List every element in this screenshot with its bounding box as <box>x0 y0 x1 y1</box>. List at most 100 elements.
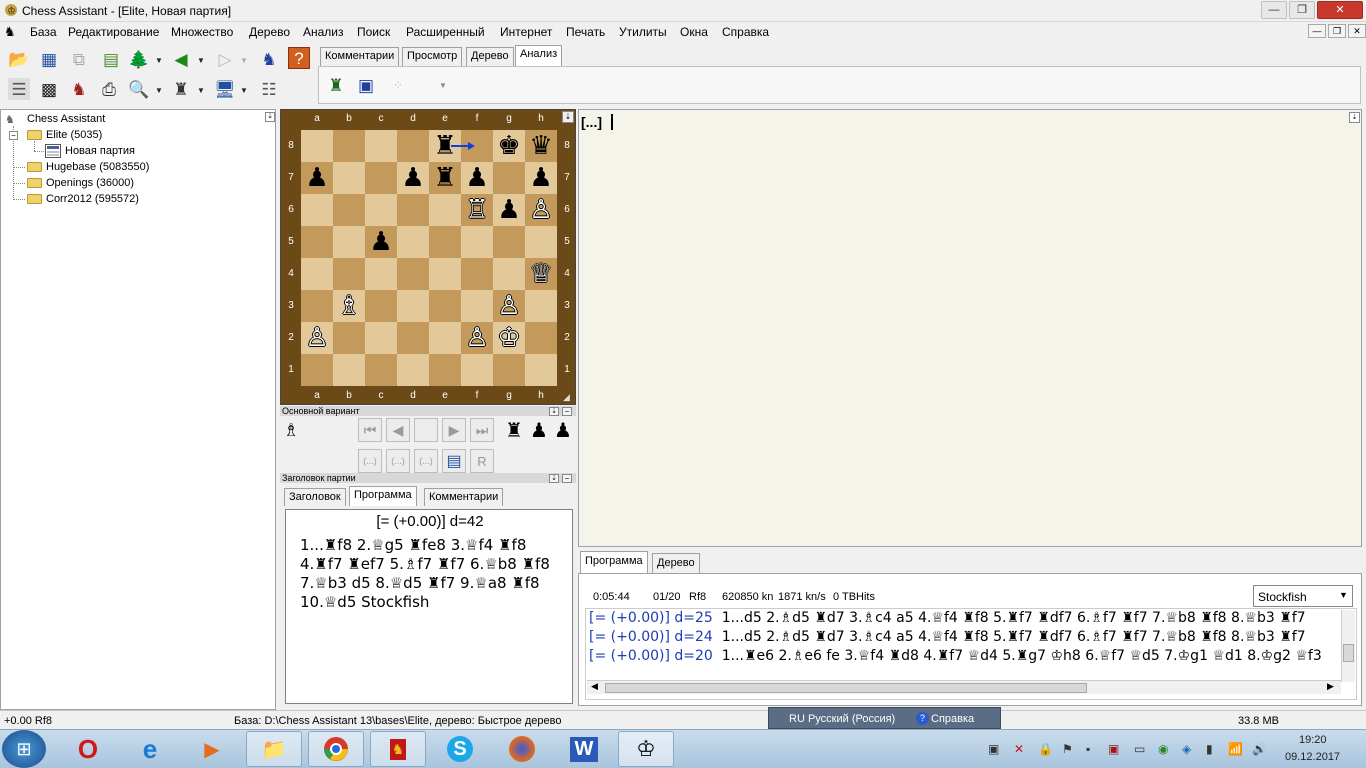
tray-icon[interactable]: ✕ <box>1014 742 1024 756</box>
menu-internet[interactable]: Интернет <box>500 25 552 39</box>
menu-help[interactable]: Справка <box>722 25 769 39</box>
help-icon[interactable]: ? <box>288 47 310 69</box>
engine-line[interactable]: [= (+0.00)] d=24 1...d5 2.♗d5 ♜d7 3.♗c4 … <box>589 629 1341 645</box>
trophy-dropdown-icon[interactable]: ▼ <box>197 86 205 95</box>
language-bar[interactable]: RU Русский (Россия) ? Справка <box>768 707 1001 729</box>
clock-date[interactable]: 09.12.2017 <box>1285 751 1340 763</box>
scroll-thumb[interactable] <box>605 683 1087 693</box>
scroll-left-icon[interactable]: ◀ <box>591 681 598 692</box>
stop-button[interactable] <box>414 418 438 442</box>
help-label[interactable]: Справка <box>931 713 974 725</box>
language-indicator[interactable]: RU Русский (Россия) <box>789 713 895 725</box>
back-dropdown-icon[interactable]: ▼ <box>197 56 205 65</box>
pin-icon[interactable]: ⇣ <box>265 112 275 122</box>
notation-pane[interactable]: [...] ⇣ <box>578 109 1362 547</box>
print-icon[interactable]: ⎙ <box>98 78 120 100</box>
board-icon[interactable]: ▩ <box>38 78 60 100</box>
opera-icon[interactable]: O <box>60 731 116 767</box>
pin-icon[interactable]: ⇣ <box>549 407 559 416</box>
horizontal-scrollbar[interactable]: ◀ ▶ <box>587 680 1341 694</box>
tray-icon[interactable]: ▣ <box>988 742 999 756</box>
close-button[interactable]: ✕ <box>1317 1 1363 19</box>
monitor-dropdown-icon[interactable]: ▼ <box>240 86 248 95</box>
variation-button[interactable]: (...) <box>414 449 438 473</box>
mdi-close-button[interactable]: ✕ <box>1348 24 1366 38</box>
menu-set[interactable]: Множество <box>171 25 233 39</box>
pin-icon[interactable]: ⇣ <box>1349 112 1360 123</box>
menu-advanced[interactable]: Расширенный <box>406 25 485 39</box>
next-move-button[interactable]: ▶ <box>442 418 466 442</box>
prev-move-button[interactable]: ◀ <box>386 418 410 442</box>
game-list-icon[interactable]: ▦ <box>38 48 60 70</box>
last-move-button[interactable]: ⏭ <box>470 418 494 442</box>
engine-start-icon[interactable]: ♜ <box>325 74 347 96</box>
collapse-icon[interactable]: − <box>9 131 18 140</box>
forward-arrow-icon[interactable]: ▷ <box>214 48 236 70</box>
back-arrow-icon[interactable]: ◀ <box>170 48 192 70</box>
open-folder-icon[interactable]: 📂 <box>8 48 30 70</box>
word-icon[interactable]: W <box>556 731 612 767</box>
notation-icon[interactable]: ▤ <box>100 48 122 70</box>
volume-icon[interactable]: 🔊 <box>1252 742 1267 756</box>
chess-board[interactable]: ♜ ♚ ♛ ♟ ♟ ♜ ♟ ♟ ♖ ♟ ♙ ♟ ♕ ♗ ♙ ♙ ♙ ♔ ⇣ ◢ aabbccddeeffgghh8… <box>280 109 576 405</box>
tab-view[interactable]: Просмотр <box>402 47 463 66</box>
tree-item-corr2012[interactable]: Corr2012 (595572) <box>46 193 139 205</box>
tab-tree[interactable]: Дерево <box>466 47 514 66</box>
tray-icon[interactable]: ◉ <box>1158 742 1168 756</box>
chrome-icon[interactable] <box>308 731 364 767</box>
forward-dropdown-icon[interactable]: ▼ <box>240 56 248 65</box>
menu-tree[interactable]: Дерево <box>249 25 290 39</box>
search-icon[interactable]: 🔍 <box>128 78 150 100</box>
variation-button[interactable]: (...) <box>386 449 410 473</box>
tray-icon[interactable]: ▣ <box>1108 742 1119 756</box>
menu-search[interactable]: Поиск <box>357 25 390 39</box>
flag-icon[interactable]: ⚑ <box>1062 742 1073 756</box>
tree-icon[interactable]: 🌲 <box>128 48 150 70</box>
tree-list-icon[interactable]: ☷ <box>258 78 280 100</box>
tree-dropdown-icon[interactable]: ▼ <box>155 56 163 65</box>
tray-icon[interactable]: ◈ <box>1182 742 1191 756</box>
engine-line[interactable]: [= (+0.00)] d=20 1...♜e6 2.♗e6 fe 3.♕f4 … <box>589 648 1341 664</box>
tab-comments[interactable]: Комментарии <box>320 47 400 66</box>
tab-game-comments[interactable]: Комментарии <box>424 488 504 506</box>
minimize-pane-icon[interactable]: − <box>562 474 572 483</box>
engine-select[interactable]: Stockfish ▼ <box>1253 585 1353 607</box>
resize-grip-icon[interactable]: ◢ <box>563 392 575 404</box>
replay-icon[interactable]: R <box>470 449 494 473</box>
mdi-icon[interactable]: ♞ <box>4 24 16 40</box>
engine-monitor-icon[interactable]: ▣ <box>355 74 377 96</box>
list-view-icon[interactable]: ☰ <box>8 78 30 100</box>
tab-analysis[interactable]: Анализ <box>515 45 563 66</box>
ie-icon[interactable]: e <box>122 731 178 767</box>
engine-line[interactable]: [= (+0.00)] d=25 1...d5 2.♗d5 ♜d7 3.♗c4 … <box>589 610 1341 626</box>
maximize-button[interactable]: ❐ <box>1289 1 1315 19</box>
menu-print[interactable]: Печать <box>566 25 605 39</box>
menu-utilities[interactable]: Утилиты <box>619 25 667 39</box>
tree-root[interactable]: Chess Assistant <box>27 113 105 125</box>
pin-icon[interactable]: ⇣ <box>549 474 559 483</box>
explorer-icon[interactable]: 📁 <box>246 731 302 767</box>
media-player-icon[interactable]: ▶ <box>184 731 240 767</box>
firefox-icon[interactable] <box>494 731 550 767</box>
tray-icon[interactable]: ▭ <box>1134 742 1145 756</box>
menu-baza[interactable]: База <box>30 25 57 39</box>
chess-assistant-taskbar-icon[interactable]: ♔ <box>618 731 674 767</box>
menu-windows[interactable]: Окна <box>680 25 708 39</box>
board-menu-icon[interactable]: ⇣ <box>562 111 574 123</box>
tray-icon[interactable]: ▮ <box>1206 742 1213 756</box>
network-icon[interactable]: 📶 <box>1228 742 1243 756</box>
minimize-button[interactable]: — <box>1261 1 1287 19</box>
tab-engine-program[interactable]: Программа <box>580 551 648 573</box>
tab-engine-tree[interactable]: Дерево <box>652 553 700 573</box>
menu-analysis[interactable]: Анализ <box>303 25 344 39</box>
mdi-restore-button[interactable]: ❐ <box>1328 24 1346 38</box>
mdi-minimize-button[interactable]: — <box>1308 24 1326 38</box>
tree-item-new-game[interactable]: Новая партия <box>65 145 135 157</box>
tree-item-elite[interactable]: Elite (5035) <box>46 129 102 141</box>
notation-list-icon[interactable]: ▤ <box>442 449 466 473</box>
skype-icon[interactable]: S <box>432 731 488 767</box>
variation-button[interactable]: (...) <box>358 449 382 473</box>
vertical-scrollbar[interactable] <box>1341 610 1355 682</box>
tab-game-header[interactable]: Заголовок <box>284 488 346 506</box>
engine-dropdown-icon[interactable]: ▼ <box>439 81 447 90</box>
